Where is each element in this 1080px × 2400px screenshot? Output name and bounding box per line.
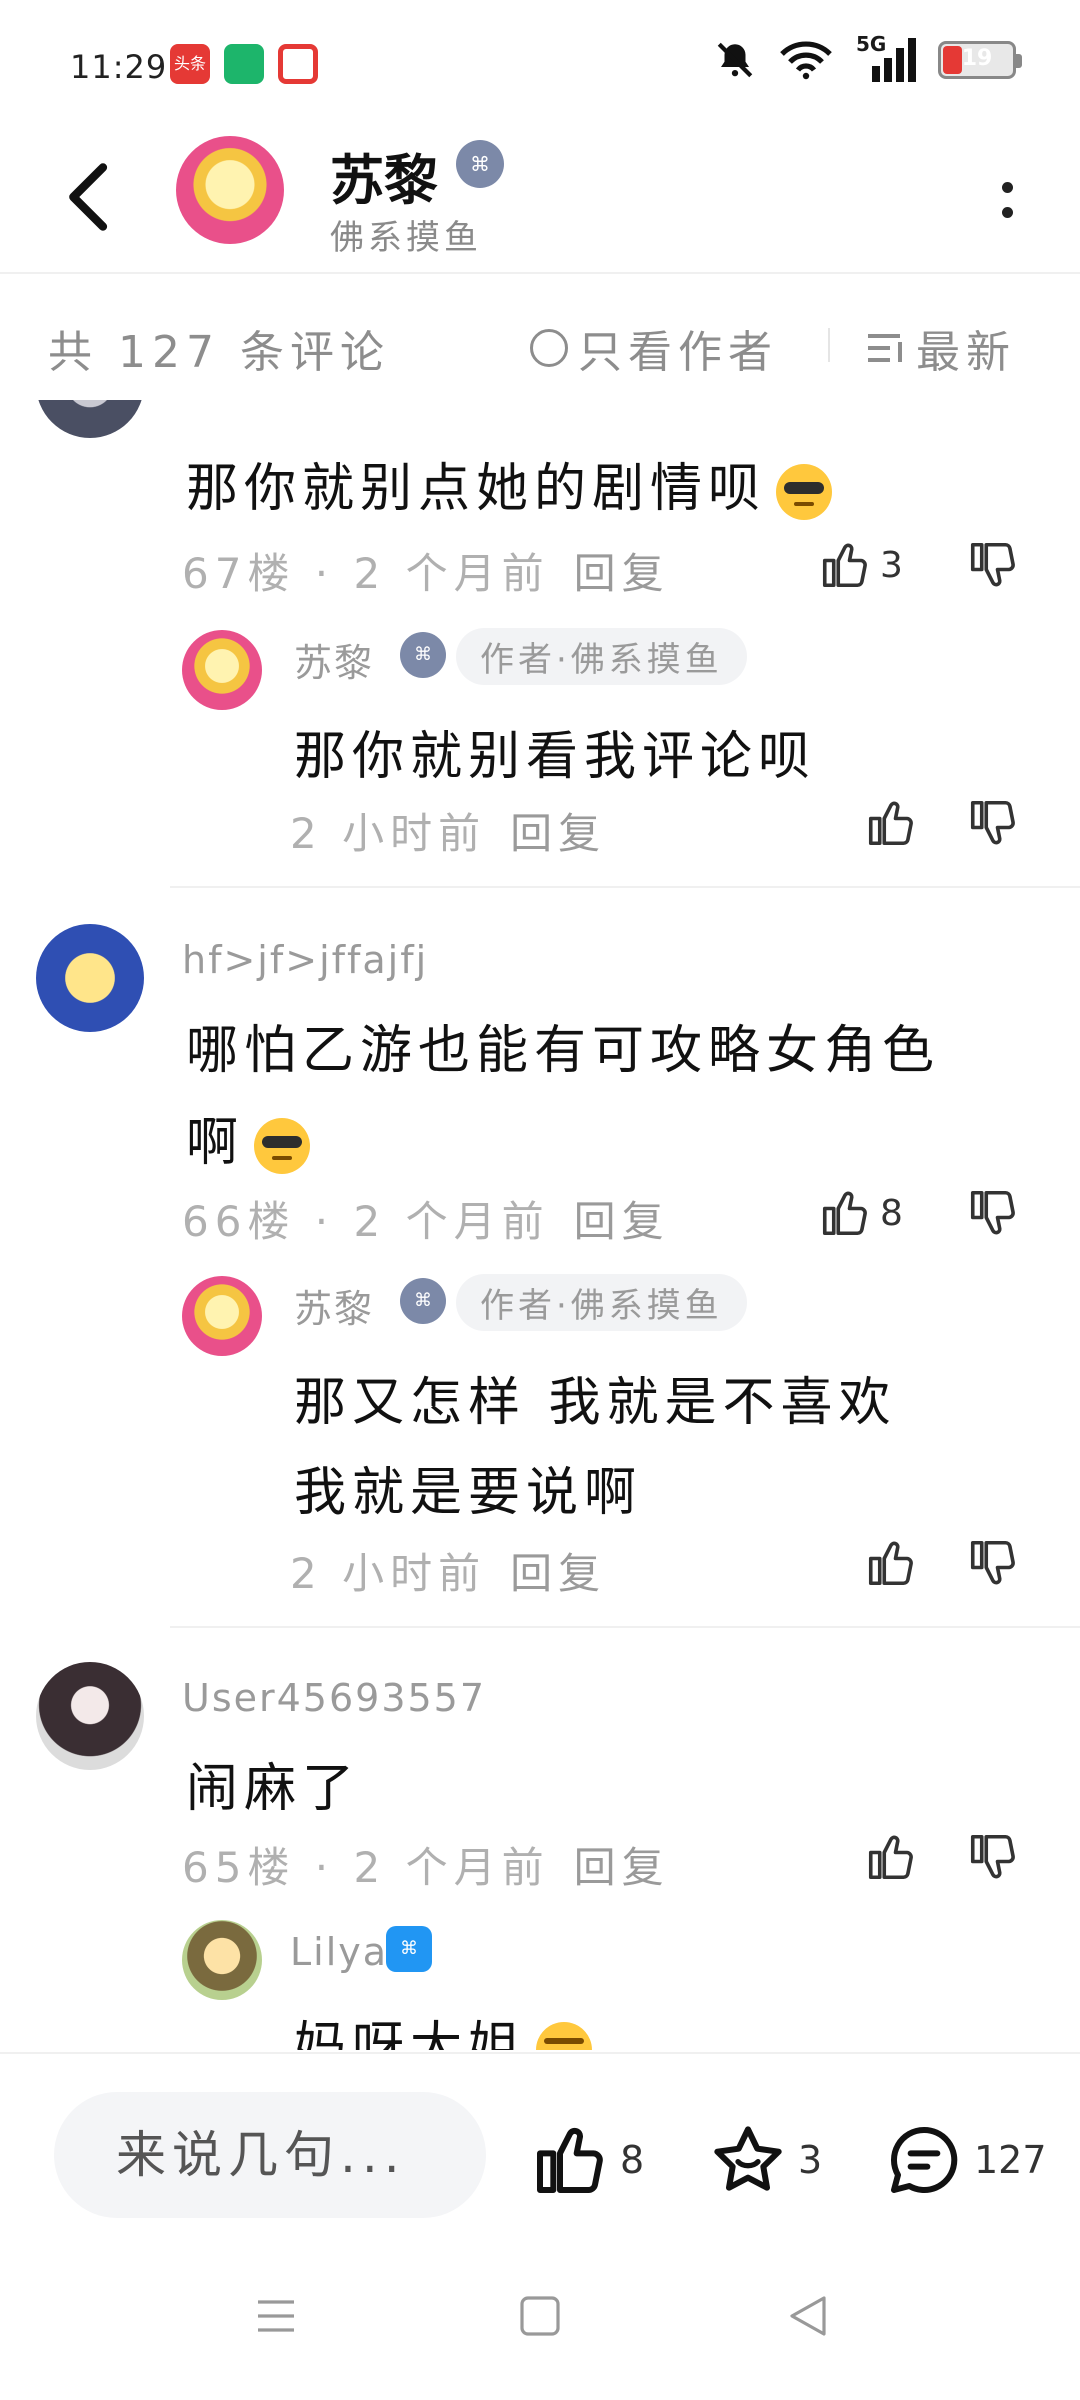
menu-icon[interactable]	[252, 2292, 300, 2340]
star-icon	[714, 2126, 782, 2191]
comment-text: 哪怕乙游也能有可攻略女角色	[186, 1021, 941, 1081]
filter-divider	[828, 328, 830, 362]
toutiao-app-icon: 头条	[170, 44, 210, 84]
author-subtitle: 佛系摸鱼	[330, 218, 482, 258]
reply-avatar[interactable]	[182, 1920, 262, 2000]
author-tag: 作者·佛系摸鱼	[456, 628, 747, 685]
reply-button[interactable]: 回复	[574, 1843, 670, 1892]
reply-button[interactable]: 回复	[574, 1197, 670, 1246]
game-controller-icon: ⌘	[386, 1926, 432, 1972]
reply-username[interactable]: 苏黎	[294, 1278, 374, 1333]
reply-button[interactable]: 回复	[574, 549, 670, 598]
comment-count: 共 127 条评论	[48, 327, 390, 378]
author-only-toggle[interactable]: 只看作者	[530, 316, 778, 380]
thumbs-up-icon[interactable]	[864, 796, 918, 850]
back-arrow-icon[interactable]	[60, 160, 120, 234]
commenter-username[interactable]: hf>jf>jffajfj	[182, 938, 428, 982]
author-avatar[interactable]	[176, 136, 284, 244]
system-nav-bar	[0, 2232, 1080, 2400]
laughing-emoji	[536, 2022, 593, 2050]
thumbs-up-icon[interactable]	[864, 1830, 918, 1884]
gamepad-icon: ⌘	[456, 140, 504, 188]
commenter-avatar[interactable]	[36, 400, 144, 438]
post-header: 苏黎 ⌘ 佛系摸鱼	[0, 120, 1080, 274]
gamepad-icon: ⌘	[400, 632, 446, 678]
thumbs-down-icon[interactable]	[966, 796, 1020, 850]
commenter-username[interactable]: User45693557	[182, 1676, 486, 1720]
comment-list[interactable]: 那你就别点她的剧情呗 67楼 · 2 个月前 回复 3 苏黎 ⌘ 作者·佛系摸鱼 …	[0, 400, 1080, 2050]
comment-separator	[170, 886, 1080, 888]
thumbs-up-icon	[537, 2127, 603, 2193]
reply-text-line2: 我就是要说啊	[294, 1463, 643, 1523]
status-time: 11:29	[70, 48, 168, 86]
reply-text: 那又怎样 我就是不喜欢	[294, 1373, 897, 1433]
sort-button[interactable]: 最新	[866, 316, 1016, 380]
thumbs-down-icon[interactable]	[966, 1830, 1020, 1884]
thumbs-down-icon[interactable]	[966, 1536, 1020, 1590]
post-comments-button[interactable]: 127	[884, 2120, 1047, 2200]
thumbs-down-icon[interactable]	[966, 1186, 1020, 1240]
back-icon[interactable]	[784, 2292, 832, 2340]
comment-meta: 66楼 · 2 个月前 回复	[182, 1197, 670, 1246]
sort-list-icon	[868, 334, 902, 362]
comment-text: 闹麻了	[186, 1759, 361, 1819]
battery-app-icon	[224, 44, 264, 84]
reply-avatar[interactable]	[182, 1276, 262, 1356]
thumbs-up-icon[interactable]	[864, 1536, 918, 1590]
home-icon[interactable]	[516, 2292, 564, 2340]
like-button[interactable]: 8	[818, 1186, 903, 1240]
post-favorite-button[interactable]: 3	[708, 2120, 822, 2200]
sweat-sunglasses-emoji	[776, 464, 833, 520]
comment-meta: 65楼 · 2 个月前 回复	[182, 1843, 670, 1892]
more-options-icon[interactable]	[992, 170, 1022, 230]
reply-button[interactable]: 回复	[510, 809, 606, 858]
comment-text: 那你就别点她的剧情呗	[186, 446, 833, 521]
reply-avatar[interactable]	[182, 630, 262, 710]
comment-input[interactable]: 来说几句...	[54, 2092, 486, 2218]
reply-text: 妈呀大姐	[294, 2004, 593, 2050]
author-only-label: 只看作者	[578, 327, 778, 378]
bottom-action-bar: 来说几句... 8 3 127	[0, 2052, 1080, 2232]
commenter-avatar[interactable]	[36, 1662, 144, 1770]
cellular-signal-icon: 5G	[856, 32, 916, 82]
comment-filter-bar: 共 127 条评论 只看作者 最新	[0, 276, 1080, 400]
battery-indicator: 19	[938, 41, 1022, 79]
reply-text: 那你就别看我评论呗	[294, 727, 817, 787]
comment-bubble-icon	[891, 2126, 958, 2193]
commenter-avatar[interactable]	[36, 924, 144, 1032]
wifi-icon	[780, 41, 832, 80]
comment-meta: 67楼 · 2 个月前 回复	[182, 549, 670, 598]
status-icons: 5G 19	[714, 32, 1022, 82]
reply-username[interactable]: 苏黎	[294, 632, 374, 687]
reply-meta: 2 小时前 回复	[290, 809, 607, 858]
comment-separator	[170, 1626, 1080, 1628]
post-like-button[interactable]: 8	[530, 2120, 644, 2200]
thumbs-up-icon	[822, 543, 867, 588]
sort-label: 最新	[916, 327, 1016, 378]
video-app-icon	[278, 44, 318, 84]
radio-icon	[530, 329, 568, 367]
thumbs-down-icon[interactable]	[966, 538, 1020, 592]
comment-text-line2: 啊	[186, 1100, 311, 1175]
thumbs-up-icon	[822, 1191, 867, 1236]
reply-username[interactable]: Lilya	[290, 1930, 388, 1974]
author-tag: 作者·佛系摸鱼	[456, 1274, 747, 1331]
mute-bell-icon	[717, 42, 753, 78]
gamepad-icon: ⌘	[400, 1278, 446, 1324]
reply-meta: 2 小时前 回复	[290, 1549, 607, 1598]
status-bar: 11:29 头条 5G 19	[0, 0, 1080, 120]
author-name[interactable]: 苏黎	[330, 136, 438, 215]
reply-button[interactable]: 回复	[510, 1549, 606, 1598]
like-button[interactable]: 3	[818, 538, 903, 592]
sweat-sunglasses-emoji	[254, 1118, 311, 1174]
